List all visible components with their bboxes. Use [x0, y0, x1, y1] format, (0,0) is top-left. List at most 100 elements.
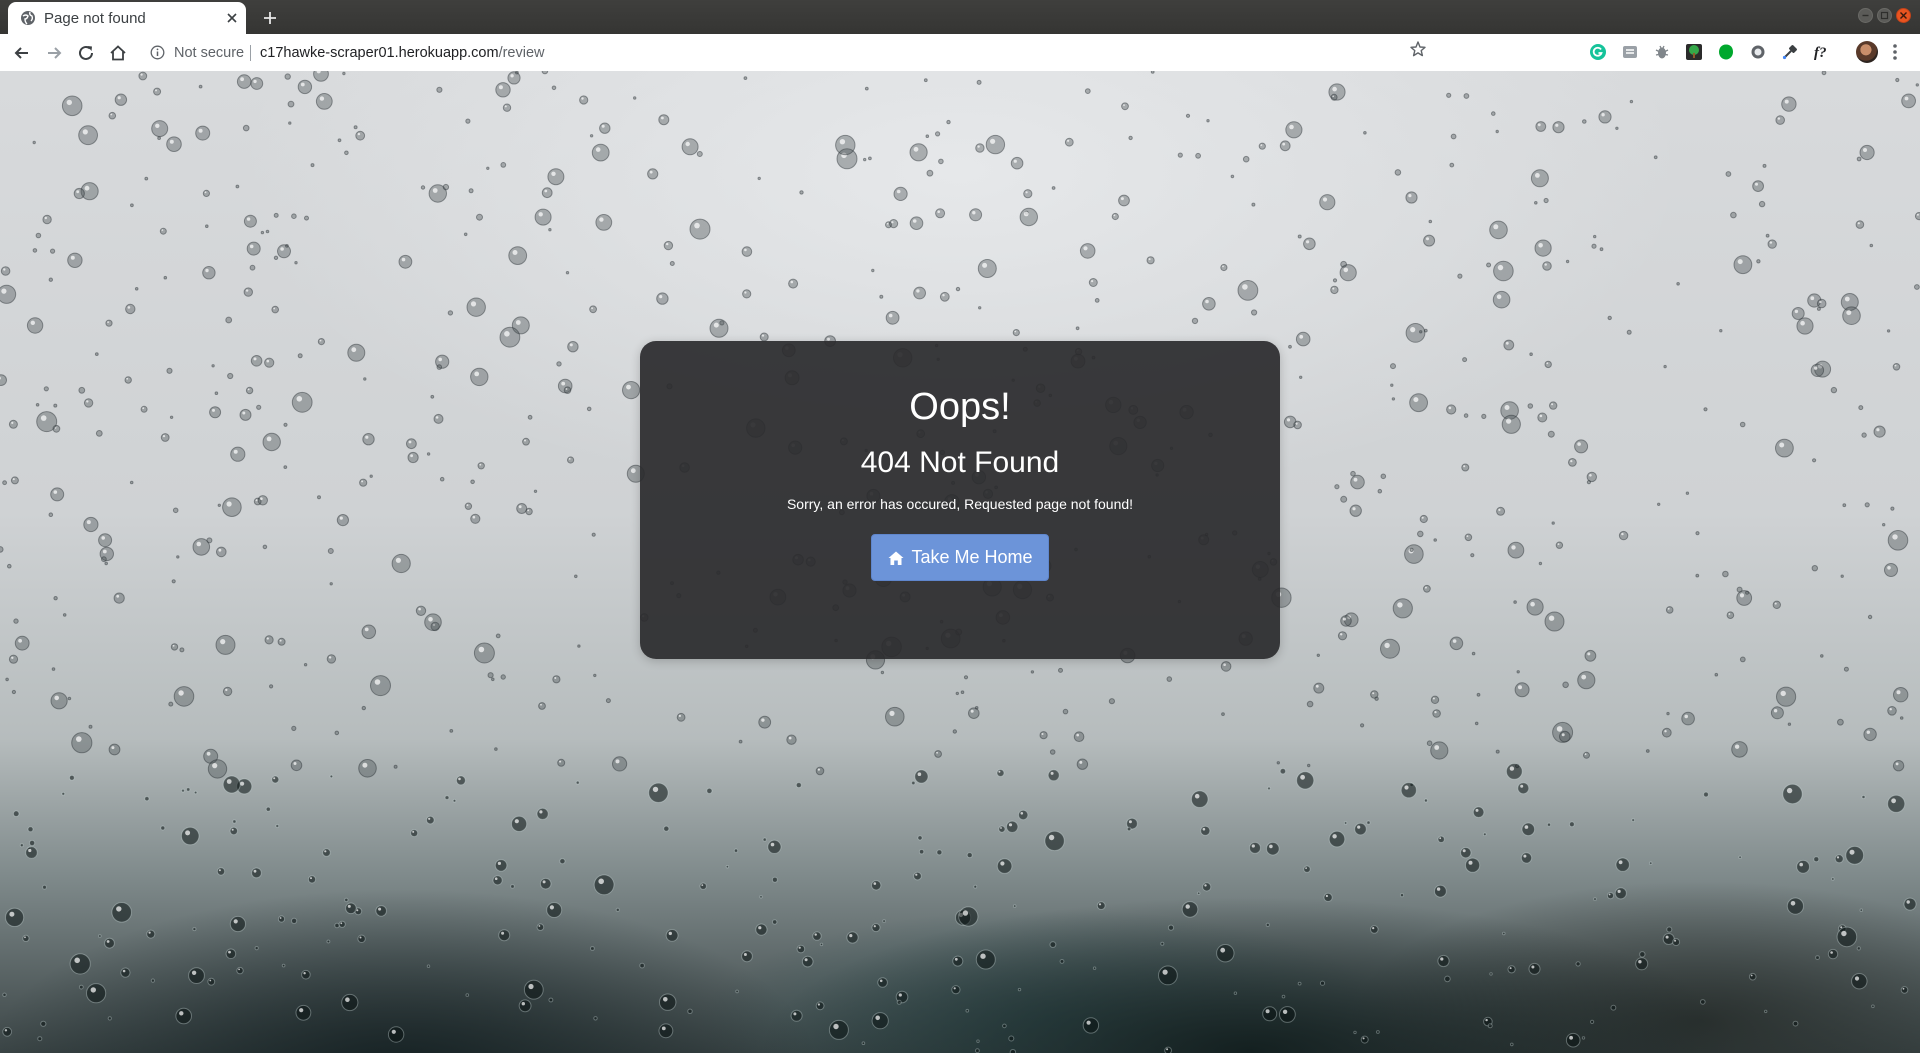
- raindrop-highlight: [598, 878, 604, 885]
- raindrop-highlight: [962, 910, 969, 916]
- raindrop-highlight: [1546, 362, 1549, 365]
- raindrop: [1370, 925, 1379, 934]
- raindrop: [105, 319, 113, 327]
- menu-icon[interactable]: [1892, 43, 1898, 61]
- fonts-extension-icon[interactable]: f?: [1813, 43, 1835, 61]
- reader-extension-icon[interactable]: [1621, 43, 1639, 61]
- raindrop-highlight: [1440, 957, 1444, 961]
- raindrop: [250, 77, 264, 90]
- circle-extension-icon[interactable]: [1749, 43, 1767, 61]
- raindrop: [1019, 207, 1039, 227]
- maximize-button[interactable]: [1877, 8, 1892, 23]
- raindrop-highlight: [770, 842, 775, 847]
- raindrop: [1495, 129, 1499, 134]
- raindrop: [1062, 708, 1069, 715]
- raindrop-highlight: [74, 957, 80, 964]
- raindrop-highlight: [470, 301, 477, 307]
- raindrop: [925, 134, 930, 138]
- plus-icon[interactable]: [260, 8, 280, 28]
- raindrop: [557, 758, 566, 767]
- forward-icon[interactable]: [43, 42, 65, 64]
- avatar[interactable]: [1856, 41, 1878, 63]
- raindrop: [398, 254, 413, 269]
- raindrop-highlight: [581, 97, 584, 100]
- raindrop: [338, 920, 346, 928]
- tab-title: Page not found: [44, 10, 146, 27]
- raindrop: [1392, 598, 1413, 619]
- raindrop: [326, 939, 331, 944]
- raindrop-highlight: [1581, 674, 1587, 680]
- take-me-home-button[interactable]: Take Me Home: [871, 534, 1049, 581]
- raindrop: [548, 997, 554, 1003]
- raindrop-highlight: [1535, 173, 1540, 178]
- raindrop: [157, 136, 162, 140]
- raindrop: [1861, 795, 1866, 799]
- raindrop: [1471, 651, 1476, 656]
- raindrop: [1816, 298, 1827, 309]
- tab-active[interactable]: Page not found: [8, 2, 246, 34]
- raindrop: [229, 915, 246, 933]
- raindrop-highlight: [1300, 774, 1305, 780]
- raindrop: [83, 516, 99, 533]
- close-icon[interactable]: [225, 11, 239, 25]
- raindrop: [1258, 142, 1266, 150]
- raindrop-highlight: [127, 306, 131, 309]
- raindrop-highlight: [649, 170, 653, 174]
- raindrop: [322, 848, 331, 857]
- raindrop: [1895, 77, 1900, 83]
- security-label: Not secure: [174, 45, 245, 61]
- raindrop-highlight: [889, 710, 895, 717]
- raindrop-highlight: [744, 248, 747, 252]
- raindrop-highlight: [601, 124, 605, 128]
- home-icon[interactable]: [107, 42, 129, 64]
- raindrop-highlight: [479, 463, 482, 466]
- close-window-button[interactable]: [1896, 8, 1911, 23]
- raindrop: [1590, 1019, 1595, 1025]
- raindrop: [1584, 649, 1597, 662]
- raindrop: [1470, 553, 1475, 558]
- raindrop: [1555, 541, 1564, 549]
- raindrop: [415, 605, 427, 616]
- raindrop-highlight: [1617, 889, 1621, 894]
- url-text[interactable]: c17hawke-scraper01.herokuapp.com/review: [260, 45, 545, 61]
- raindrop: [470, 479, 475, 485]
- raindrop: [284, 73, 291, 80]
- raindrop-highlight: [1120, 197, 1124, 201]
- raindrop: [217, 503, 222, 507]
- raindrop: [885, 310, 900, 325]
- raindrop: [1887, 706, 1897, 716]
- tree-extension-icon[interactable]: [1685, 43, 1703, 61]
- raindrop: [567, 456, 575, 464]
- raindrop: [1492, 290, 1511, 309]
- raindrop: [246, 241, 261, 256]
- raindrop-highlight: [345, 997, 350, 1002]
- raindrop-highlight: [666, 242, 669, 246]
- raindrop: [658, 114, 670, 126]
- raindrop-highlight: [888, 313, 893, 318]
- evernote-extension-icon[interactable]: [1717, 43, 1735, 61]
- raindrop: [1465, 857, 1481, 873]
- raindrop: [271, 775, 280, 784]
- reload-icon[interactable]: [75, 42, 97, 64]
- bug-extension-icon[interactable]: [1653, 43, 1671, 61]
- raindrop-highlight: [391, 1029, 396, 1034]
- raindrop: [911, 780, 916, 786]
- back-icon[interactable]: [11, 42, 33, 64]
- minimize-button[interactable]: [1858, 8, 1873, 23]
- raindrop: [1537, 412, 1548, 423]
- raindrop-highlight: [253, 869, 257, 873]
- raindrop-highlight: [1894, 364, 1897, 367]
- raindrop-highlight: [1587, 652, 1591, 656]
- raindrop: [1845, 845, 1865, 865]
- star-icon[interactable]: [1409, 40, 1427, 58]
- raindrop: [1791, 307, 1805, 320]
- raindrop-highlight: [1892, 534, 1898, 540]
- grammarly-extension-icon[interactable]: [1589, 43, 1607, 61]
- raindrop: [985, 134, 1006, 155]
- info-icon[interactable]: [150, 45, 165, 60]
- raindrop-highlight: [652, 786, 659, 793]
- address-bar[interactable]: Not secure c17hawke-scraper01.herokuapp.…: [140, 38, 1576, 67]
- eyedropper-extension-icon[interactable]: [1781, 43, 1799, 61]
- raindrop-highlight: [54, 695, 59, 701]
- raindrop-highlight: [549, 905, 555, 910]
